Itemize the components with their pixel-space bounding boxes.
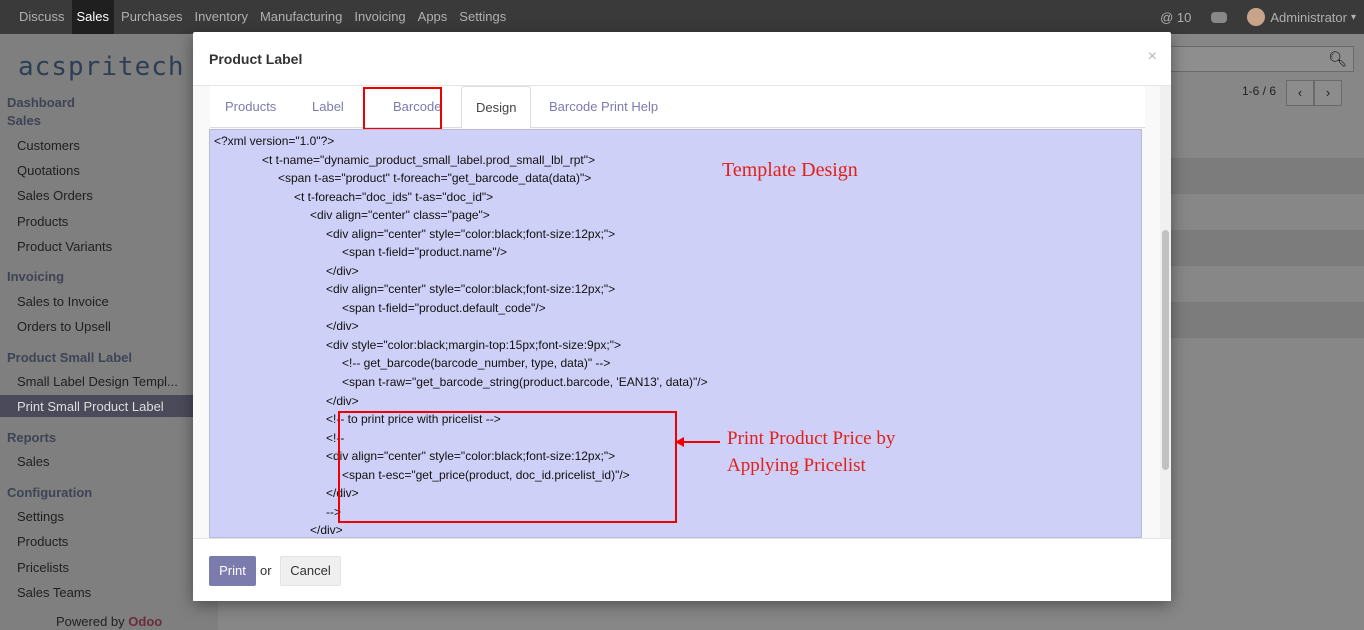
- menu-apps[interactable]: Apps: [413, 0, 453, 34]
- sidebar-item-sales-teams[interactable]: Sales Teams: [17, 585, 207, 600]
- dialog-scrollbar[interactable]: [1160, 86, 1171, 538]
- menu-discuss[interactable]: Discuss: [14, 0, 70, 34]
- sidebar-item-sales-orders[interactable]: Sales Orders: [17, 188, 207, 203]
- code-line: <div align="center" class="page">: [310, 208, 490, 222]
- product-label-dialog: Product Label × Products Label Barcode D…: [193, 32, 1171, 601]
- pager-prev-button[interactable]: ‹: [1286, 80, 1314, 106]
- code-line: <div align="center" style="color:black;f…: [326, 227, 616, 241]
- price-annotation-line2: Applying Pricelist: [727, 455, 866, 476]
- chat-icon[interactable]: [1211, 11, 1228, 23]
- pager-value: 1-6 / 6: [1242, 84, 1277, 98]
- print-button[interactable]: Print: [209, 556, 256, 586]
- list-row[interactable]: [1170, 302, 1364, 338]
- sidebar-heading-reports: Reports: [7, 430, 57, 445]
- sidebar-item-orders-to-upsell[interactable]: Orders to Upsell: [17, 319, 207, 334]
- odoo-link[interactable]: Odoo: [128, 614, 162, 629]
- code-line: </div>: [326, 319, 359, 333]
- code-line: <t t-foreach="doc_ids" t-as="doc_id">: [294, 190, 494, 204]
- sidebar-item-small-label-design[interactable]: Small Label Design Templ...: [17, 374, 207, 389]
- sidebar-item-config-products[interactable]: Products: [17, 534, 207, 549]
- tab-barcode-print-help[interactable]: Barcode Print Help: [535, 86, 672, 128]
- sidebar-item-customers[interactable]: Customers: [17, 138, 207, 153]
- dialog-body: Products Label Barcode Design Barcode Pr…: [193, 86, 1171, 538]
- pager-next-button[interactable]: ›: [1314, 80, 1342, 106]
- template-design-annotation: Template Design: [722, 159, 858, 181]
- sidebar-heading-sales: Sales: [7, 113, 41, 128]
- dialog-header: Product Label ×: [193, 32, 1171, 86]
- sidebar-heading-product-small-label: Product Small Label: [7, 350, 132, 365]
- scrollbar-thumb[interactable]: [1162, 230, 1169, 470]
- menu-settings[interactable]: Settings: [454, 0, 511, 34]
- design-template-editor[interactable]: <?xml version="1.0"?> <t t-name="dynamic…: [209, 129, 1142, 538]
- company-logo: acspritech: [18, 52, 185, 82]
- sidebar-item-sales-to-invoice[interactable]: Sales to Invoice: [17, 294, 207, 309]
- code-line: <t t-name="dynamic_product_small_label.p…: [262, 153, 596, 167]
- tab-design[interactable]: Design: [461, 86, 532, 129]
- code-line: <div align="center" style="color:black;f…: [326, 282, 616, 296]
- search-input[interactable]: 🔍︎: [1170, 46, 1354, 72]
- sidebar-item-product-variants[interactable]: Product Variants: [17, 239, 207, 254]
- price-annotation-line1: Print Product Price by: [727, 428, 896, 449]
- sidebar-item-products[interactable]: Products: [17, 214, 207, 229]
- sidebar-item-print-small-label[interactable]: Print Small Product Label: [17, 399, 207, 414]
- sidebar-heading-invoicing: Invoicing: [7, 269, 65, 284]
- list-row[interactable]: [1170, 230, 1364, 266]
- annotation-arrow-line: [680, 441, 720, 443]
- code-line: <span t-as="product" t-foreach="get_barc…: [278, 171, 592, 185]
- code-line: </div>: [310, 523, 343, 537]
- sidebar-heading-configuration: Configuration: [7, 485, 93, 500]
- tab-products[interactable]: Products: [211, 86, 290, 128]
- close-icon[interactable]: ×: [1148, 48, 1157, 66]
- code-line: <!-- get_barcode(barcode_number, type, d…: [342, 356, 611, 370]
- dialog-footer: Print or Cancel: [193, 538, 1171, 601]
- tab-label[interactable]: Label: [298, 86, 358, 128]
- cancel-button[interactable]: Cancel: [280, 556, 341, 586]
- code-line: <span t-field="product.default_code"/>: [342, 301, 546, 315]
- sidebar-item-quotations[interactable]: Quotations: [17, 163, 207, 178]
- caret-down-icon: ▾: [1350, 11, 1356, 23]
- code-line: <?xml version="1.0"?>: [214, 134, 335, 148]
- sidebar: acspritech Dashboard Sales Customers Quo…: [0, 34, 218, 630]
- powered-by: Powered by Odoo: [56, 614, 162, 629]
- annotation-arrow-icon: [675, 437, 684, 447]
- user-avatar[interactable]: [1247, 8, 1266, 26]
- top-navbar: Discuss Sales Purchases Inventory Manufa…: [0, 0, 1364, 34]
- barcode-tab-highlight-box: [363, 87, 442, 130]
- sidebar-item-report-sales[interactable]: Sales: [17, 454, 207, 469]
- code-line: <div style="color:black;margin-top:15px;…: [326, 338, 621, 352]
- menu-purchases[interactable]: Purchases: [116, 0, 187, 34]
- menu-manufacturing[interactable]: Manufacturing: [255, 0, 347, 34]
- powered-by-text: Powered by: [56, 614, 125, 629]
- messages-counter[interactable]: @ 10: [1160, 10, 1191, 25]
- price-code-highlight-box: [338, 411, 677, 523]
- code-line: </div>: [326, 264, 359, 278]
- price-annotation: Print Product Price by Applying Pricelis…: [727, 425, 895, 479]
- code-line: <span t-field="product.name"/>: [342, 245, 507, 259]
- tab-bar: Products Label Barcode Design Barcode Pr…: [210, 86, 1145, 129]
- user-name[interactable]: Administrator: [1270, 10, 1347, 25]
- sidebar-heading-dashboard[interactable]: Dashboard: [7, 95, 75, 110]
- search-icon[interactable]: 🔍︎: [1328, 50, 1347, 68]
- code-line: <span t-raw="get_barcode_string(product.…: [342, 375, 708, 389]
- sidebar-item-pricelists[interactable]: Pricelists: [17, 560, 207, 575]
- or-text: or: [260, 563, 272, 578]
- menu-sales[interactable]: Sales: [71, 0, 115, 34]
- menu-inventory[interactable]: Inventory: [189, 0, 252, 34]
- code-line: </div>: [326, 394, 359, 408]
- sidebar-item-settings[interactable]: Settings: [17, 509, 207, 524]
- app-menu: Discuss Sales Purchases Inventory Manufa…: [14, 0, 513, 34]
- dialog-title: Product Label: [209, 51, 303, 67]
- topbar-right: @ 10 Administrator ▾: [1160, 0, 1356, 34]
- list-row[interactable]: [1170, 158, 1364, 194]
- menu-invoicing[interactable]: Invoicing: [349, 0, 410, 34]
